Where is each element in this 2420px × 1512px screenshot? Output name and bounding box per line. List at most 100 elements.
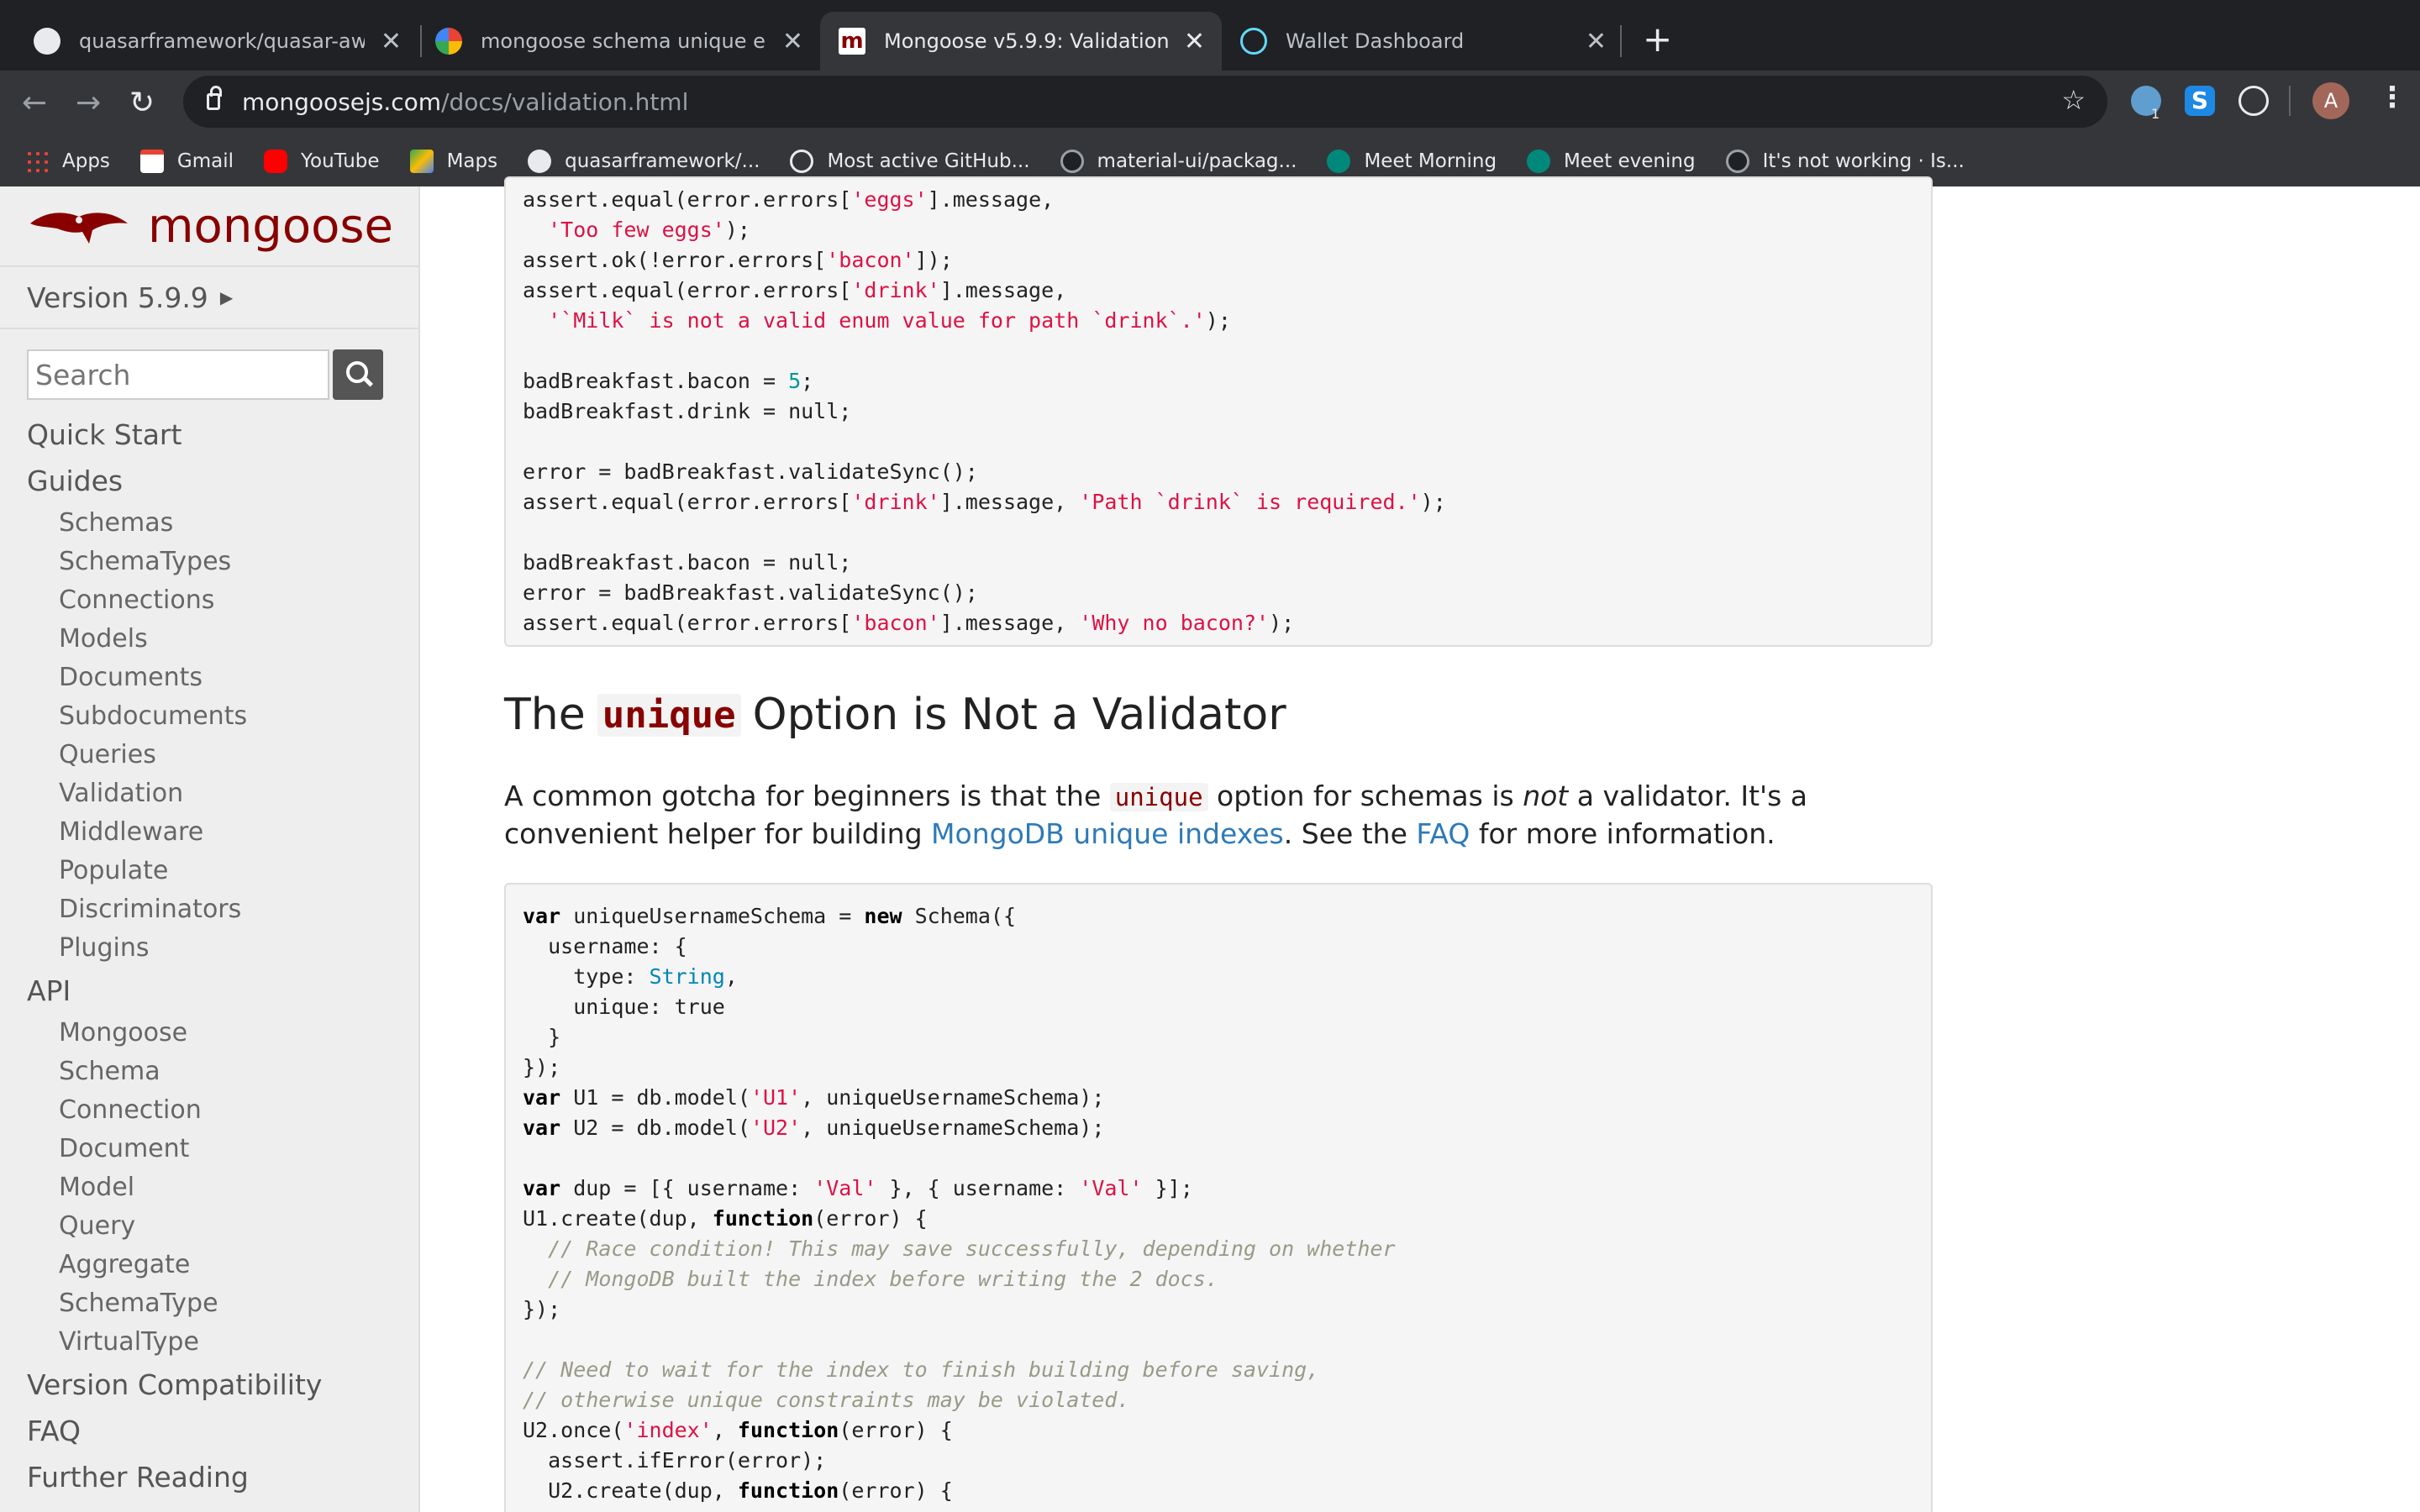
sidebar-item-quick-start[interactable]: Quick Start <box>27 412 418 458</box>
reload-icon[interactable]: ↻ <box>129 86 155 120</box>
code-token: 'U1' <box>750 1085 802 1110</box>
sidebar-item-connection[interactable]: Connection <box>27 1091 418 1130</box>
sidebar-nav: Quick Start Guides Schemas SchemaTypes Conne… <box>0 412 418 1500</box>
sidebar-item-aggregate[interactable]: Aggregate <box>27 1246 418 1284</box>
bookmark-not-working[interactable]: It's not working · Is... <box>1725 150 1965 173</box>
sidebar-item-queries[interactable]: Queries <box>27 736 418 774</box>
tab-0[interactable]: quasarframework/quasar-aweso ✕ <box>15 12 418 71</box>
close-icon[interactable]: ✕ <box>1586 27 1607 56</box>
back-arrow-icon[interactable]: ← <box>22 86 47 120</box>
sidebar-item-version-compatibility[interactable]: Version Compatibility <box>27 1362 418 1408</box>
bookmark-label: Apps <box>62 150 110 172</box>
code-block-validation: assert.equal(error.errors['eggs'].messag… <box>504 176 1933 647</box>
bookmark-label: quasarframework/... <box>565 150 760 172</box>
code-line: assert.ifError(error); <box>523 1446 1914 1476</box>
sidebar-item-middleware[interactable]: Middleware <box>27 813 418 852</box>
sidebar-item-mongoose[interactable]: Mongoose <box>27 1014 418 1053</box>
forward-arrow-icon[interactable]: → <box>76 86 101 120</box>
sidebar-item-validation[interactable]: Validation <box>27 774 418 813</box>
close-icon[interactable]: ✕ <box>782 27 803 56</box>
sidebar-item-schematype[interactable]: SchemaType <box>27 1284 418 1323</box>
code-token: function <box>737 1478 839 1503</box>
sidebar-item-virtualtype[interactable]: VirtualType <box>27 1323 418 1362</box>
bookmark-youtube[interactable]: YouTube <box>264 150 380 173</box>
code-token: 'U2' <box>750 1116 802 1140</box>
mongodb-unique-indexes-link[interactable]: MongoDB unique indexes <box>931 817 1284 850</box>
code-token: // Need to wait for the index to finish … <box>523 1357 1320 1382</box>
code-token: error = badBreakfast.validateSync(); <box>523 459 978 484</box>
code-token: U2.once( <box>523 1418 624 1442</box>
code-token: var <box>523 1116 561 1140</box>
search-input[interactable] <box>27 349 329 400</box>
code-line: var dup = [{ username: 'Val' }, { userna… <box>523 1173 1914 1204</box>
sidebar-item-model[interactable]: Model <box>27 1168 418 1207</box>
code-token: ); <box>1205 308 1231 333</box>
sidebar-item-faq[interactable]: FAQ <box>27 1408 418 1454</box>
code-token: 'Val' <box>1079 1176 1143 1200</box>
bookmark-most-active[interactable]: Most active GitHub... <box>790 150 1030 173</box>
bookmark-apps[interactable]: Apps <box>25 150 110 173</box>
logo-row[interactable]: mongoose <box>0 186 418 267</box>
sidebar-item-further-reading[interactable]: Further Reading <box>27 1454 418 1500</box>
menu-kebab-icon[interactable]: ⋮ <box>2378 81 2407 114</box>
bookmark-gmail[interactable]: Gmail <box>139 150 234 173</box>
sidebar-item-schemas[interactable]: Schemas <box>27 504 418 543</box>
code-line: }); <box>523 1053 1914 1083</box>
new-tab-plus-icon[interactable]: + <box>1643 18 1672 60</box>
sidebar-item-populate[interactable]: Populate <box>27 852 418 890</box>
sidebar-item-documents[interactable]: Documents <box>27 659 418 697</box>
sidebar-item-api[interactable]: API <box>27 968 418 1014</box>
profile-avatar[interactable]: A <box>2312 82 2349 119</box>
code-block-unique: var uniqueUsernameSchema = new Schema({ … <box>504 883 1933 1512</box>
sidebar-item-subdocuments[interactable]: Subdocuments <box>27 697 418 736</box>
sidebar-item-document[interactable]: Document <box>27 1130 418 1168</box>
faq-link[interactable]: FAQ <box>1416 817 1470 850</box>
sidebar-item-discriminators[interactable]: Discriminators <box>27 890 418 929</box>
bookmark-meet-morning[interactable]: Meet Morning <box>1327 150 1497 173</box>
github-icon <box>1725 150 1749 173</box>
search-icon[interactable] <box>333 349 383 400</box>
code-token: 'Why no bacon?' <box>1079 611 1270 635</box>
tab-3[interactable]: Wallet Dashboard ✕ <box>1222 12 1623 71</box>
code-line: assert.equal(error.errors['bacon'].messa… <box>523 608 1914 638</box>
code-token: 'Too few eggs' <box>548 218 725 242</box>
bookmark-label: Gmail <box>176 150 234 172</box>
para-text: for more information. <box>1478 817 1776 850</box>
sidebar-item-schema[interactable]: Schema <box>27 1053 418 1091</box>
bookmark-meet-evening[interactable]: Meet evening <box>1527 150 1696 173</box>
sidebar-item-plugins[interactable]: Plugins <box>27 929 418 968</box>
para-text: option for schemas is <box>1217 780 1514 812</box>
sidebar-item-guides[interactable]: Guides <box>27 458 418 504</box>
code-line: error = badBreakfast.validateSync(); <box>523 578 1914 608</box>
code-token: function <box>712 1206 814 1231</box>
globe-icon <box>790 150 814 173</box>
close-icon[interactable]: ✕ <box>381 27 402 56</box>
code-token: 'Val' <box>813 1176 877 1200</box>
sidebar-item-query[interactable]: Query <box>27 1207 418 1246</box>
bookmark-quasar[interactable]: quasarframework/... <box>528 150 760 173</box>
extension-s-icon[interactable]: S <box>2185 86 2215 116</box>
code-line: assert.equal(error.errors['eggs'].messag… <box>523 185 1914 215</box>
tab-title: mongoose schema unique error <box>481 29 766 53</box>
bookmark-material-ui[interactable]: material-ui/packag... <box>1060 150 1297 173</box>
code-token: var <box>523 1085 561 1110</box>
sidebar-item-schematypes[interactable]: SchemaTypes <box>27 543 418 581</box>
address-bar[interactable]: mongoosejs.com/docs/validation.html ☆ <box>183 76 2107 128</box>
bookmark-label: material-ui/packag... <box>1097 150 1297 172</box>
sidebar-item-models[interactable]: Models <box>27 620 418 659</box>
tab-2-active[interactable]: m Mongoose v5.9.9: Validation ✕ <box>820 12 1222 71</box>
code-token: assert.equal(error.errors[ <box>523 611 852 635</box>
bookmark-maps[interactable]: Maps <box>409 150 497 173</box>
bookmark-star-icon[interactable]: ☆ <box>2061 84 2086 116</box>
code-line: // Race condition! This may save success… <box>523 1234 1914 1264</box>
react-devtools-icon[interactable] <box>2238 86 2269 116</box>
version-selector[interactable]: Version 5.9.9 ▶ <box>0 267 418 329</box>
close-icon[interactable]: ✕ <box>1184 27 1205 56</box>
sidebar-item-connections[interactable]: Connections <box>27 581 418 620</box>
tab-1[interactable]: mongoose schema unique error ✕ <box>417 12 820 71</box>
code-token: ].message, <box>939 611 1080 635</box>
code-token: , uniqueUsernameSchema); <box>801 1116 1105 1140</box>
